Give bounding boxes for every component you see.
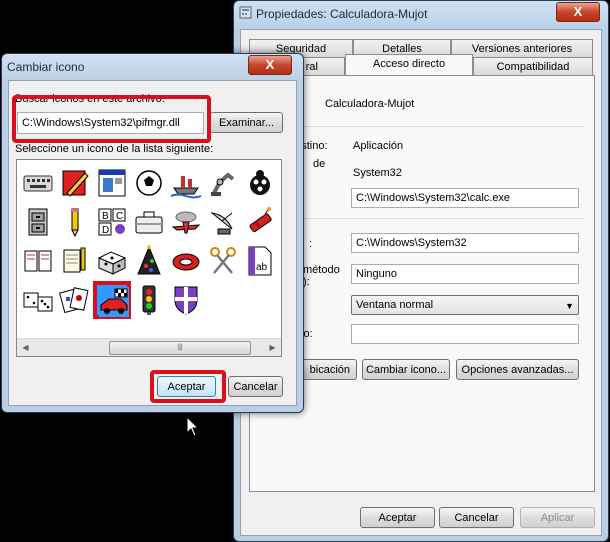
separator-1 <box>301 126 585 127</box>
book-icon[interactable] <box>21 244 55 278</box>
opciones-avanzadas-button[interactable]: Opciones avanzadas... <box>456 359 579 380</box>
aceptar-button[interactable]: Aceptar <box>360 507 435 528</box>
satellite-dish-icon[interactable] <box>206 205 240 239</box>
shield-icon[interactable] <box>169 283 203 317</box>
iniciar-en-field[interactable]: C:\Windows\System32 <box>351 233 579 253</box>
ok-button[interactable]: Aceptar <box>157 376 216 397</box>
lifebuoy-icon[interactable] <box>169 244 203 278</box>
pencil-paint-icon[interactable] <box>58 166 92 200</box>
properties-title: Propiedades: Calculadora-Mujot <box>256 7 428 21</box>
change-icon-title: Cambiar icono <box>7 60 85 74</box>
properties-titlebar[interactable]: Propiedades: Calculadora-Mujot X <box>234 1 608 27</box>
value-ubicacion-destino: System32 <box>353 167 402 179</box>
shortcut-name: Calculadora-Mujot <box>325 98 415 110</box>
ladybug-icon[interactable] <box>243 166 277 200</box>
robot-arm-icon[interactable] <box>206 166 240 200</box>
dynamite-icon[interactable] <box>243 205 277 239</box>
search-label: Buscar iconos en este archivo: <box>15 93 165 105</box>
value-tipo-destino: Aplicación <box>353 140 404 152</box>
race-car-icon[interactable] <box>93 281 131 319</box>
tab-acceso-directo[interactable]: Acceso directo <box>345 54 473 75</box>
change-icon-dialog: Cambiar icono X Buscar iconos en este ar… <box>1 53 304 413</box>
browse-button[interactable]: Examinar... <box>210 112 283 133</box>
change-icon-close-button[interactable]: X <box>248 55 292 75</box>
soccer-ball-icon[interactable] <box>132 166 166 200</box>
pencil-icon[interactable] <box>58 205 92 239</box>
svg-text:B: B <box>102 211 109 222</box>
playing-cards-icon[interactable] <box>58 283 92 317</box>
keyboard-icon[interactable] <box>21 166 55 200</box>
document-ab-icon[interactable]: ab <box>243 244 277 278</box>
scroll-thumb[interactable]: ||| <box>109 341 251 355</box>
label-metodo-abreviado-2: ): <box>303 276 310 288</box>
app-icon <box>239 6 252 19</box>
svg-text:C: C <box>116 211 123 222</box>
ship-icon[interactable] <box>169 166 203 200</box>
cancelar-button[interactable]: Cancelar <box>439 507 514 528</box>
icon-list-scrollbar[interactable]: ◀ ||| ▶ <box>17 338 281 356</box>
svg-text:ab: ab <box>256 262 268 273</box>
icon-grid: B C Dab <box>17 160 281 341</box>
change-icon-client: Buscar iconos en este archivo: C:\Window… <box>8 80 297 406</box>
label-iniciar-en: : <box>309 238 313 250</box>
traffic-light-icon[interactable] <box>132 283 166 317</box>
properties-close-button[interactable]: X <box>556 2 600 22</box>
scroll-left-icon[interactable]: ◀ <box>17 339 34 356</box>
mouse-cursor-icon <box>186 416 200 437</box>
tecla-metodo-field[interactable]: Ninguno <box>351 264 579 284</box>
party-hat-icon[interactable] <box>132 244 166 278</box>
briefcase-icon[interactable] <box>132 205 166 239</box>
notepad-pencil-icon[interactable] <box>58 244 92 278</box>
dice-pair-icon[interactable] <box>21 283 55 317</box>
airplane-icon[interactable] <box>169 205 203 239</box>
destino-field[interactable]: C:\Windows\System32\calc.exe <box>351 188 579 208</box>
cambiar-icono-button[interactable]: Cambiar icono... <box>362 359 450 380</box>
icon-list[interactable]: B C Dab ◀ ||| ▶ <box>16 159 282 357</box>
dice-icon[interactable] <box>95 244 129 278</box>
window-app-icon[interactable] <box>95 166 129 200</box>
ejecutar-select[interactable]: Ventana normal ▼ <box>351 295 579 315</box>
scroll-right-icon[interactable]: ▶ <box>264 339 281 356</box>
separator-2 <box>301 218 585 219</box>
file-path-field[interactable]: C:\Windows\System32\pifmgr.dll <box>17 112 204 134</box>
cancel-button[interactable]: Cancelar <box>228 376 283 397</box>
comentario-field[interactable] <box>351 324 579 344</box>
tab-compatibilidad[interactable]: Compatibilidad <box>473 57 593 75</box>
alphabet-blocks-icon[interactable]: BCD <box>95 205 129 239</box>
icon-list-label: Seleccione un icono de la lista siguient… <box>15 143 214 155</box>
ejecutar-value: Ventana normal <box>356 299 434 311</box>
aplicar-button[interactable]: Aplicar <box>520 507 595 528</box>
scissors-icon[interactable] <box>206 244 240 278</box>
label-ubicacion-destino: de <box>313 158 326 170</box>
change-icon-titlebar[interactable]: Cambiar icono X <box>2 54 303 80</box>
cabinet-icon[interactable] <box>21 205 55 239</box>
chevron-down-icon: ▼ <box>565 301 574 311</box>
svg-text:D: D <box>102 225 109 236</box>
label-metodo-abreviado: método <box>303 264 340 276</box>
